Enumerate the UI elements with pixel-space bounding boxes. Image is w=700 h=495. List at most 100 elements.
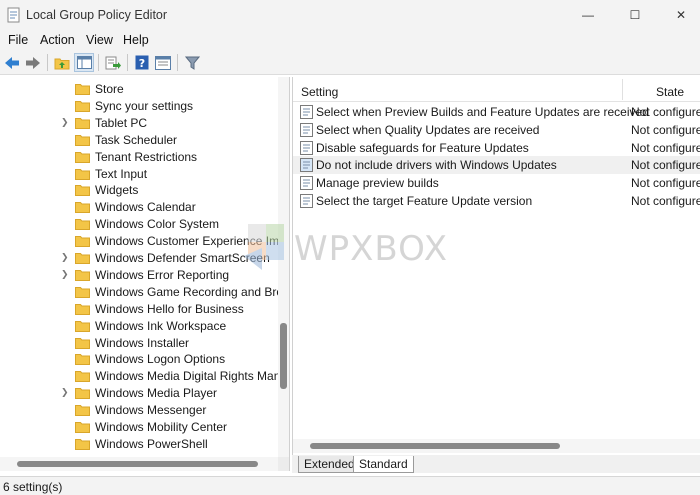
folder-icon — [75, 185, 90, 197]
expand-chevron-icon[interactable]: ❯ — [61, 387, 69, 398]
setting-row[interactable]: Select when Preview Builds and Feature U… — [293, 103, 700, 121]
tree-item[interactable]: Store — [0, 81, 278, 98]
folder-icon — [75, 438, 90, 450]
policy-setting-icon — [300, 140, 313, 155]
setting-row[interactable]: Manage preview builds Not configured — [293, 174, 700, 192]
tree-item-label: Windows PowerShell — [95, 436, 208, 451]
help-button[interactable]: ? — [132, 53, 152, 72]
tree-item[interactable]: Windows Game Recording and Broac — [0, 284, 289, 301]
close-button[interactable]: ✕ — [658, 0, 700, 30]
tree-item-label: Tablet PC — [95, 115, 148, 130]
tree-item[interactable]: ❯ Windows Defender SmartScreen — [0, 250, 278, 267]
forward-button[interactable] — [23, 53, 43, 72]
folder-icon — [75, 236, 90, 248]
tree-vertical-scroll-thumb[interactable] — [280, 323, 287, 389]
tree-item-label: Widgets — [95, 183, 139, 198]
tree-item[interactable]: Windows Ink Workspace — [0, 318, 278, 335]
tree-item[interactable]: Windows Color System — [0, 216, 278, 233]
tree-item-label: Windows Hello for Business — [95, 301, 244, 316]
up-one-level-button[interactable] — [52, 53, 72, 72]
expand-chevron-icon[interactable]: ❯ — [61, 252, 69, 263]
menu-view[interactable]: View — [86, 33, 113, 47]
tree-item[interactable]: Widgets — [0, 182, 278, 199]
list-horizontal-scroll-thumb[interactable] — [310, 443, 560, 449]
tree-item[interactable]: Windows Mobility Center — [0, 419, 278, 436]
folder-icon — [75, 269, 90, 281]
tree-item[interactable]: Text Input — [0, 166, 278, 183]
folder-icon — [75, 371, 90, 383]
tree-item[interactable]: Task Scheduler — [0, 132, 278, 149]
menu-help[interactable]: Help — [123, 33, 149, 47]
folder-icon — [75, 84, 90, 95]
menu-bar: File Action View Help — [0, 30, 700, 50]
setting-row[interactable]: Do not include drivers with Windows Upda… — [293, 156, 700, 175]
scrollbar-corner — [278, 457, 289, 471]
policy-editor-app-icon — [7, 7, 20, 23]
view-tabs: Extended Standard — [292, 455, 700, 473]
tree-item[interactable]: Tenant Restrictions — [0, 149, 278, 166]
folder-icon — [75, 219, 90, 231]
column-header-setting[interactable]: Setting — [301, 85, 338, 99]
properties-button[interactable] — [153, 53, 173, 72]
folder-icon — [75, 100, 90, 112]
setting-row[interactable]: Disable safeguards for Feature Updates No… — [293, 139, 700, 157]
tab-extended[interactable]: Extended — [298, 456, 361, 473]
tree-item-label: Windows Color System — [95, 217, 220, 232]
maximize-button[interactable]: ☐ — [612, 0, 658, 30]
folder-icon — [75, 202, 90, 214]
filter-button[interactable] — [182, 53, 202, 72]
setting-state: Not configured — [631, 194, 700, 208]
tree-item[interactable]: Windows Messenger — [0, 402, 278, 419]
tree-item-label: Task Scheduler — [95, 132, 178, 147]
export-list-button[interactable] — [103, 53, 123, 72]
setting-state: Not configured — [631, 158, 700, 173]
watermark-logo-icon — [244, 224, 284, 270]
tree-item-label: Sync your settings — [95, 98, 194, 113]
forward-arrow-icon — [26, 56, 40, 69]
back-button[interactable] — [2, 53, 22, 72]
tree-item[interactable]: Sync your settings — [0, 98, 278, 115]
show-hide-tree-button[interactable] — [74, 53, 94, 72]
tree-item[interactable]: Windows Logon Options — [0, 351, 278, 368]
tree-item[interactable]: Windows Installer — [0, 335, 278, 352]
folder-icon — [75, 320, 90, 332]
policy-setting-icon — [300, 194, 313, 208]
tree-item[interactable]: Windows Calendar — [0, 199, 278, 216]
tree-horizontal-scrollbar[interactable] — [0, 457, 278, 471]
tree-item[interactable]: ❯ Tablet PC — [0, 115, 278, 132]
setting-row[interactable]: Select when Quality Updates are received… — [293, 121, 700, 139]
export-list-icon — [105, 56, 121, 69]
window-title: Local Group Policy Editor — [26, 8, 168, 22]
title-bar: Local Group Policy Editor — ☐ ✕ — [0, 0, 700, 30]
policy-setting-icon — [300, 176, 313, 191]
tree-pane[interactable]: Store Sync your settings ❯ Tablet PC Task Sc… — [0, 77, 290, 471]
column-header-state[interactable]: State — [656, 85, 684, 99]
tab-standard[interactable]: Standard — [353, 456, 414, 473]
folder-icon — [75, 286, 90, 298]
tree-item[interactable]: Windows Hello for Business — [0, 301, 278, 318]
tree-item[interactable]: Windows Customer Experience Impro — [0, 233, 289, 250]
setting-name: Select the target Feature Update version — [316, 194, 533, 208]
tree-item[interactable]: Windows Media Digital Rights Mana — [0, 368, 287, 385]
list-horizontal-scrollbar[interactable] — [293, 439, 700, 453]
tree-item[interactable]: Windows PowerShell — [0, 436, 278, 453]
menu-action[interactable]: Action — [40, 33, 75, 47]
minimize-button[interactable]: — — [565, 0, 611, 30]
maximize-icon: ☐ — [629, 8, 641, 22]
help-icon: ? — [135, 55, 149, 70]
folder-icon — [75, 405, 90, 417]
tree-item[interactable]: ❯ Windows Media Player — [0, 385, 278, 402]
tree-item-label: Windows Media Digital Rights Mana — [95, 369, 288, 384]
tree-horizontal-scroll-thumb[interactable] — [17, 461, 258, 467]
tree-item[interactable]: ❯ Windows Error Reporting — [0, 267, 278, 284]
folder-icon — [75, 134, 90, 146]
tree-item-label: Windows Installer — [95, 335, 190, 350]
folder-icon — [75, 388, 90, 400]
policy-setting-icon — [300, 158, 313, 173]
expand-chevron-icon[interactable]: ❯ — [61, 269, 69, 280]
expand-chevron-icon[interactable]: ❯ — [61, 117, 69, 128]
setting-row[interactable]: Select the target Feature Update version… — [293, 192, 700, 210]
close-icon: ✕ — [675, 8, 687, 22]
watermark-text: WPXBOX — [294, 229, 449, 269]
menu-file[interactable]: File — [8, 33, 28, 47]
